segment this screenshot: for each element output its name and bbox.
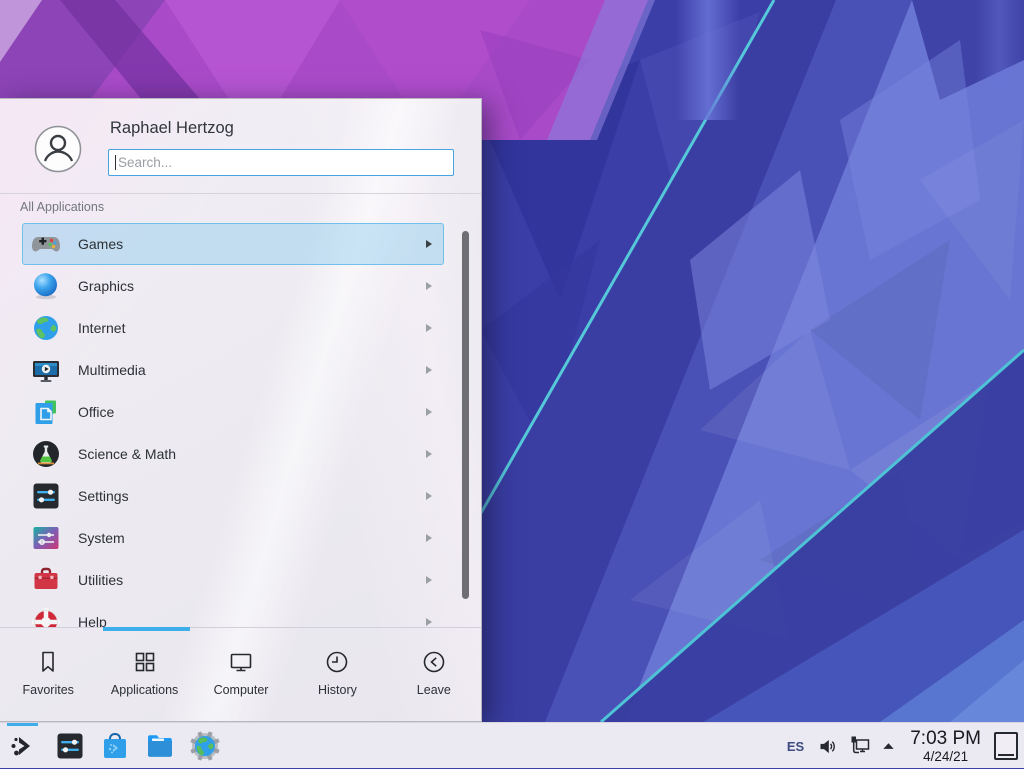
clock-date: 4/24/21: [910, 749, 981, 764]
tab-label: Favorites: [23, 683, 74, 697]
category-utilities[interactable]: Utilities: [0, 559, 482, 601]
submenu-arrow-icon: [426, 324, 432, 332]
network-icon[interactable]: [849, 734, 873, 758]
science-icon: [30, 438, 62, 470]
tab-label: Applications: [111, 683, 178, 697]
submenu-arrow-icon: [426, 366, 432, 374]
category-label: Utilities: [78, 559, 123, 601]
category-label: Multimedia: [78, 349, 146, 391]
category-label: Graphics: [78, 265, 134, 307]
category-multimedia[interactable]: Multimedia: [0, 349, 482, 391]
keyboard-layout-indicator[interactable]: ES: [787, 739, 804, 754]
category-settings[interactable]: Settings: [0, 475, 482, 517]
sphere-icon: [30, 270, 62, 302]
active-tab-indicator: [103, 627, 190, 631]
system-settings-button[interactable]: [54, 730, 86, 762]
footer-divider: [0, 627, 481, 628]
app-launcher-button[interactable]: [0, 723, 46, 769]
submenu-arrow-icon: [426, 450, 432, 458]
globe-icon: [30, 312, 62, 344]
submenu-arrow-icon: [426, 618, 432, 626]
submenu-arrow-icon: [426, 240, 432, 248]
expand-tray-icon[interactable]: [881, 739, 896, 754]
category-label: System: [78, 517, 125, 559]
category-internet[interactable]: Internet: [0, 307, 482, 349]
clock-time: 7:03 PM: [910, 729, 981, 749]
tab-applications[interactable]: Applications: [96, 633, 192, 721]
tab-favorites[interactable]: Favorites: [0, 633, 96, 721]
category-label: Settings: [78, 475, 129, 517]
gamepad-icon: [30, 228, 62, 260]
section-label: All Applications: [20, 200, 104, 214]
bookmark-icon: [34, 648, 62, 676]
volume-icon[interactable]: [817, 736, 838, 757]
category-graphics[interactable]: Graphics: [0, 265, 482, 307]
taskbar-pinned-apps: [54, 730, 221, 762]
tab-label: History: [318, 683, 357, 697]
text-cursor: [115, 155, 116, 170]
category-label: Science & Math: [78, 433, 176, 475]
show-desktop-button[interactable]: [994, 732, 1018, 760]
active-task-indicator: [7, 723, 38, 726]
category-list: GamesGraphicsInternetMultimediaOfficeSci…: [0, 219, 482, 627]
help-icon: [30, 606, 62, 627]
tab-label: Computer: [214, 683, 269, 697]
utilities-icon: [30, 564, 62, 596]
tab-computer[interactable]: Computer: [193, 633, 289, 721]
settings-icon: [30, 480, 62, 512]
taskbar: ES 7:03 PM 4/24/21: [0, 722, 1024, 768]
grid-icon: [131, 648, 159, 676]
submenu-arrow-icon: [426, 492, 432, 500]
clock[interactable]: 7:03 PM 4/24/21: [910, 729, 981, 764]
web-browser-button[interactable]: [189, 730, 221, 762]
discover-software-center-button[interactable]: [99, 730, 131, 762]
category-label: Office: [78, 391, 114, 433]
tab-leave[interactable]: Leave: [386, 633, 482, 721]
footer-tab-bar: Favorites Applications Computer History Leav…: [0, 633, 482, 721]
category-games[interactable]: Games: [0, 223, 482, 265]
tab-history[interactable]: History: [289, 633, 385, 721]
submenu-arrow-icon: [426, 576, 432, 584]
search-placeholder: Search...: [118, 155, 172, 170]
category-science-math[interactable]: Science & Math: [0, 433, 482, 475]
submenu-arrow-icon: [426, 282, 432, 290]
category-system[interactable]: System: [0, 517, 482, 559]
leave-icon: [420, 648, 448, 676]
category-label: Internet: [78, 307, 125, 349]
file-manager-button[interactable]: [144, 730, 176, 762]
kde-launcher-icon: [8, 731, 38, 761]
search-input[interactable]: Search...: [108, 149, 454, 176]
system-icon: [30, 522, 62, 554]
category-label: Help: [78, 601, 107, 627]
user-name: Raphael Hertzog: [110, 119, 234, 138]
multimedia-icon: [30, 354, 62, 386]
category-label: Games: [78, 223, 123, 265]
header-divider: [0, 193, 481, 194]
category-help[interactable]: Help: [0, 601, 482, 627]
monitor-icon: [227, 648, 255, 676]
system-tray: ES 7:03 PM 4/24/21: [787, 723, 1024, 769]
tab-label: Leave: [417, 683, 451, 697]
office-icon: [30, 396, 62, 428]
scrollbar[interactable]: [462, 231, 469, 599]
tray-icons: [817, 734, 910, 758]
submenu-arrow-icon: [426, 408, 432, 416]
submenu-arrow-icon: [426, 534, 432, 542]
user-avatar[interactable]: [34, 125, 82, 173]
clock-icon: [323, 648, 351, 676]
category-office[interactable]: Office: [0, 391, 482, 433]
application-launcher-popup: Raphael Hertzog Search... All Applicatio…: [0, 98, 482, 722]
